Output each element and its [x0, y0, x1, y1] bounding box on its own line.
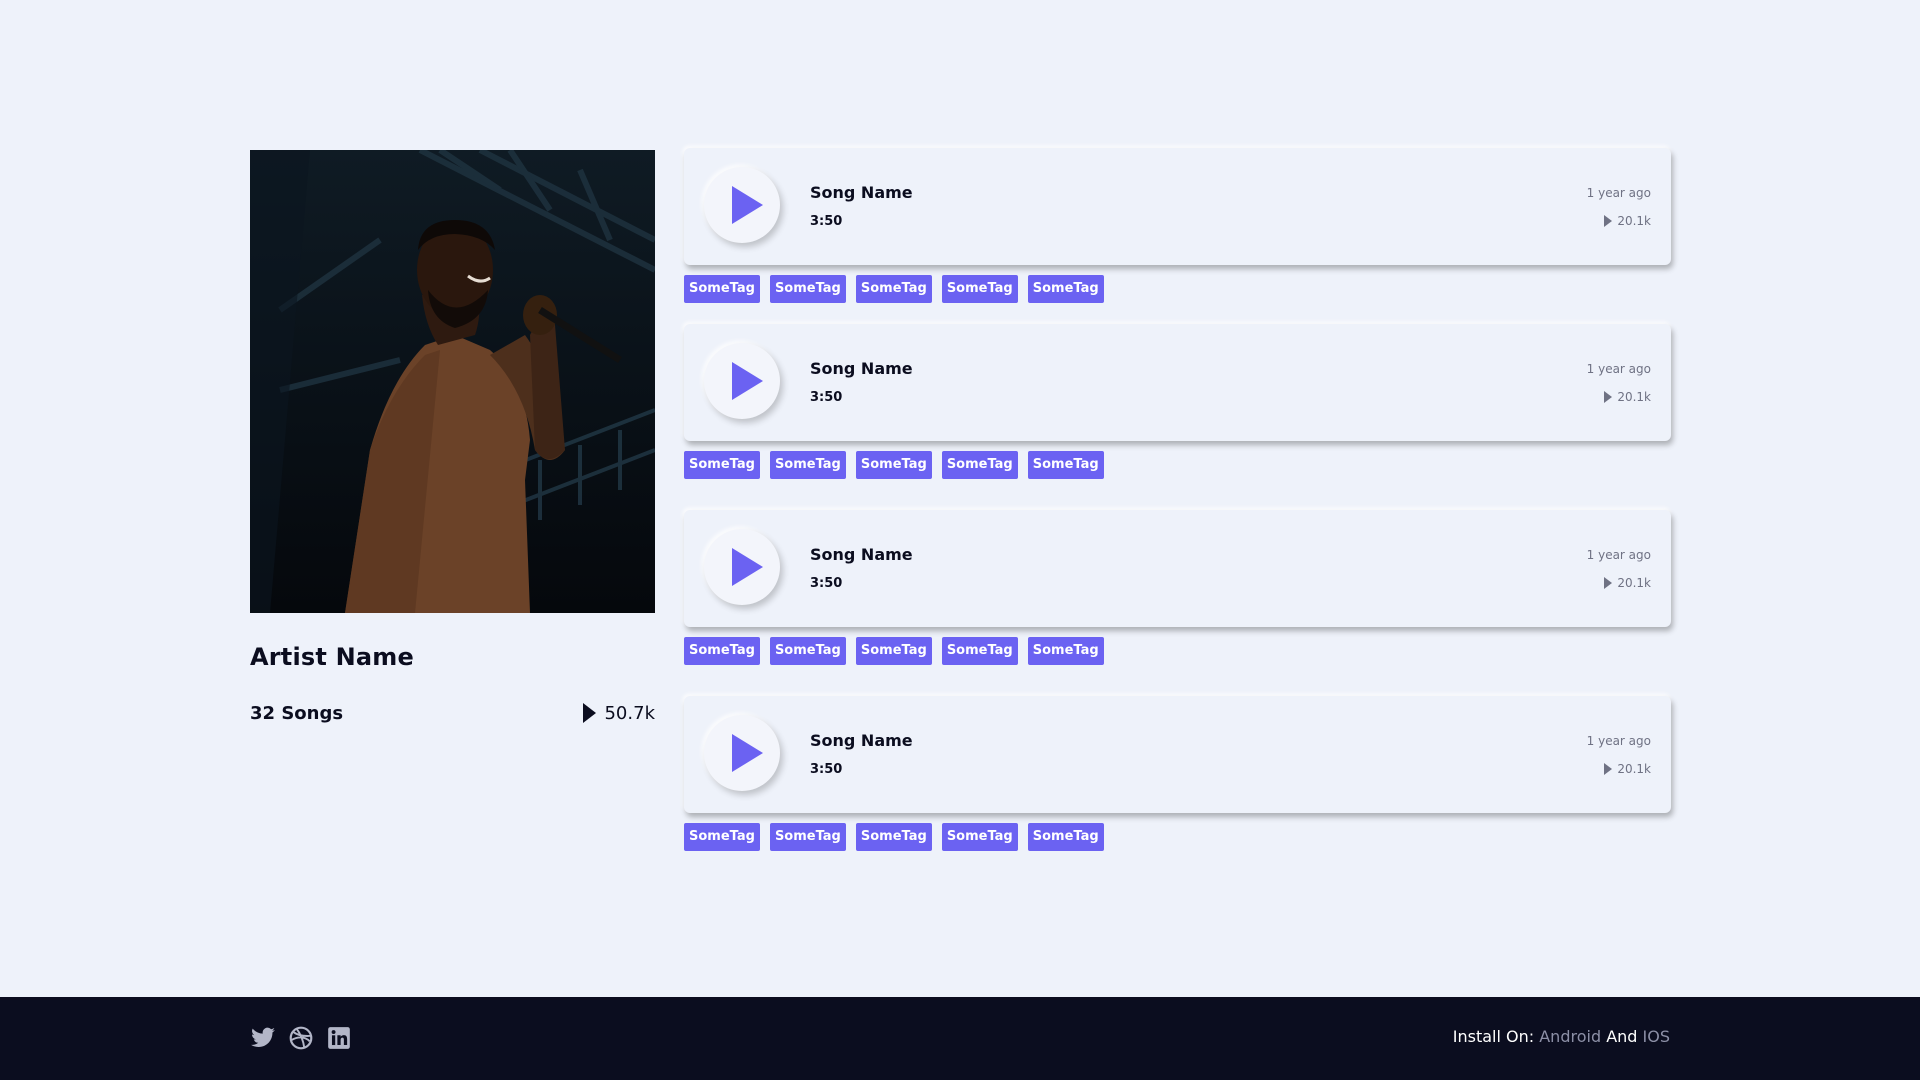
play-button[interactable]: [704, 529, 780, 605]
tag[interactable]: SomeTag: [684, 637, 760, 665]
song-card[interactable]: Song Name 3:50 1 year ago 20.1k: [684, 148, 1671, 265]
tag[interactable]: SomeTag: [769, 637, 846, 665]
play-icon: [732, 186, 763, 224]
artist-photo: [250, 150, 655, 613]
singer-photo-illustration: [250, 150, 655, 613]
artist-panel: Artist Name 32 Songs 50.7k: [250, 150, 655, 724]
song-item: Song Name 3:50 1 year ago 20.1k SomeTag …: [684, 510, 1671, 665]
play-icon: [732, 734, 763, 772]
song-plays-value: 20.1k: [1617, 390, 1651, 404]
song-plays-value: 20.1k: [1617, 762, 1651, 776]
dribbble-icon[interactable]: [288, 1025, 314, 1051]
song-plays: 20.1k: [1604, 762, 1651, 776]
play-icon: [732, 362, 763, 400]
song-card[interactable]: Song Name 3:50 1 year ago 20.1k: [684, 510, 1671, 627]
tag[interactable]: SomeTag: [769, 823, 846, 851]
tag[interactable]: SomeTag: [855, 275, 932, 303]
song-age: 1 year ago: [1586, 734, 1651, 748]
twitter-icon[interactable]: [250, 1025, 276, 1051]
linkedin-icon[interactable]: [326, 1025, 352, 1051]
play-count-icon: [1604, 391, 1613, 403]
play-icon: [732, 548, 763, 586]
tag-list: SomeTag SomeTag SomeTag SomeTag SomeTag: [684, 637, 1671, 665]
tag[interactable]: SomeTag: [684, 451, 760, 479]
tag[interactable]: SomeTag: [1027, 451, 1104, 479]
song-plays-value: 20.1k: [1617, 214, 1651, 228]
song-plays-value: 20.1k: [1617, 576, 1651, 590]
song-duration: 3:50: [810, 214, 843, 229]
play-button[interactable]: [704, 715, 780, 791]
tag[interactable]: SomeTag: [769, 275, 846, 303]
play-count-icon: [1604, 763, 1613, 775]
ios-link[interactable]: IOS: [1643, 1027, 1670, 1046]
artist-stats: 32 Songs 50.7k: [250, 702, 655, 724]
play-count-icon: [1604, 577, 1613, 589]
tag-list: SomeTag SomeTag SomeTag SomeTag SomeTag: [684, 823, 1671, 851]
install-conjunction: And: [1606, 1027, 1638, 1046]
social-links: [250, 1025, 352, 1051]
install-label: Install On:: [1452, 1027, 1535, 1046]
song-card[interactable]: Song Name 3:50 1 year ago 20.1k: [684, 696, 1671, 813]
song-duration: 3:50: [810, 762, 843, 777]
song-title: Song Name: [810, 183, 913, 202]
tag[interactable]: SomeTag: [1027, 823, 1104, 851]
song-item: Song Name 3:50 1 year ago 20.1k SomeTag …: [684, 148, 1671, 303]
tag[interactable]: SomeTag: [941, 275, 1018, 303]
tag[interactable]: SomeTag: [1027, 275, 1104, 303]
song-title: Song Name: [810, 731, 913, 750]
song-card[interactable]: Song Name 3:50 1 year ago 20.1k: [684, 324, 1671, 441]
tag[interactable]: SomeTag: [1027, 637, 1104, 665]
song-age: 1 year ago: [1586, 186, 1651, 200]
artist-name: Artist Name: [250, 643, 414, 671]
tag[interactable]: SomeTag: [855, 823, 932, 851]
tag[interactable]: SomeTag: [684, 823, 760, 851]
song-duration: 3:50: [810, 390, 843, 405]
play-button[interactable]: [704, 343, 780, 419]
song-title: Song Name: [810, 545, 913, 564]
play-button[interactable]: [704, 167, 780, 243]
song-plays: 20.1k: [1604, 214, 1651, 228]
song-item: Song Name 3:50 1 year ago 20.1k SomeTag …: [684, 324, 1671, 479]
tag-list: SomeTag SomeTag SomeTag SomeTag SomeTag: [684, 275, 1671, 303]
tag-list: SomeTag SomeTag SomeTag SomeTag SomeTag: [684, 451, 1671, 479]
tag[interactable]: SomeTag: [855, 451, 932, 479]
play-count-icon: [583, 703, 597, 723]
tag[interactable]: SomeTag: [855, 637, 932, 665]
song-age: 1 year ago: [1586, 362, 1651, 376]
song-duration: 3:50: [810, 576, 843, 591]
tag[interactable]: SomeTag: [684, 275, 760, 303]
install-links: Install On: Android And IOS: [1453, 1027, 1670, 1046]
footer: Install On: Android And IOS: [0, 997, 1920, 1080]
songs-count: 32 Songs: [250, 702, 344, 724]
total-plays-value: 50.7k: [604, 702, 655, 724]
android-link[interactable]: Android: [1539, 1027, 1601, 1046]
tag[interactable]: SomeTag: [941, 637, 1018, 665]
song-age: 1 year ago: [1586, 548, 1651, 562]
song-item: Song Name 3:50 1 year ago 20.1k SomeTag …: [684, 696, 1671, 851]
song-plays: 20.1k: [1604, 390, 1651, 404]
tag[interactable]: SomeTag: [769, 451, 846, 479]
tag[interactable]: SomeTag: [941, 823, 1018, 851]
tag[interactable]: SomeTag: [941, 451, 1018, 479]
song-title: Song Name: [810, 359, 913, 378]
total-plays: 50.7k: [583, 703, 655, 724]
song-plays: 20.1k: [1604, 576, 1651, 590]
play-count-icon: [1604, 215, 1613, 227]
